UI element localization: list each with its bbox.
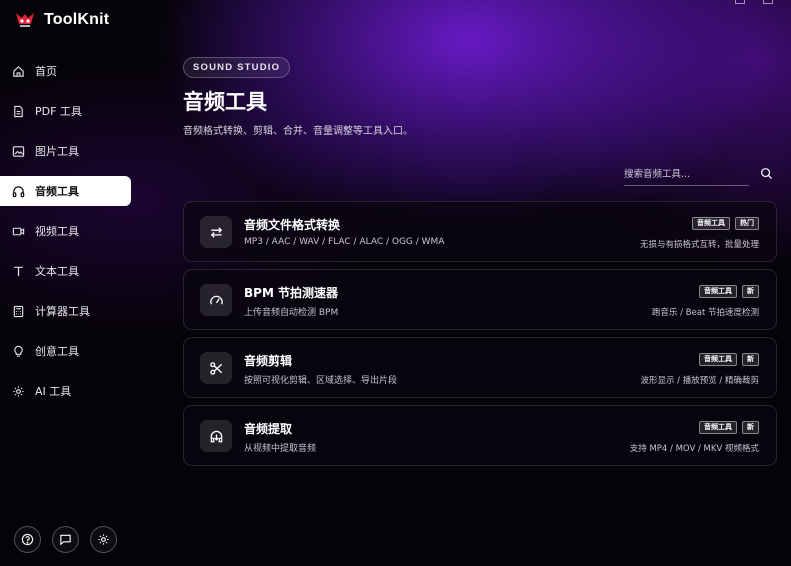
sidebar: ToolKnit 首页 PDF 工具 图片工具 音频工具 视频工具 文本工具 计… xyxy=(0,0,140,566)
card-description: 从视频中提取音频 xyxy=(244,444,317,454)
category-tag: 音频工具 xyxy=(692,217,730,230)
app-logo[interactable]: ToolKnit xyxy=(14,10,109,30)
category-tag: 音频工具 xyxy=(699,285,737,298)
sidebar-item-ai[interactable]: AI 工具 xyxy=(0,376,131,406)
sidebar-item-label: 音频工具 xyxy=(35,185,79,198)
gauge-icon xyxy=(209,295,223,305)
tool-card-audio-cut[interactable]: 音频剪辑 按照可视化剪辑、区域选择、导出片段 音频工具 新 波形显示 / 播放预… xyxy=(183,337,777,398)
feedback-button[interactable] xyxy=(52,526,79,553)
tool-card-audio-extract[interactable]: 音频提取 从视频中提取音频 音频工具 新 支持 MP4 / MOV / MKV … xyxy=(183,405,777,466)
card-note: 支持 MP4 / MOV / MKV 视频格式 xyxy=(629,444,759,454)
sidebar-item-label: AI 工具 xyxy=(35,385,72,398)
calculator-icon xyxy=(13,305,24,317)
extract-audio-icon xyxy=(210,430,222,442)
category-tag: 音频工具 xyxy=(699,353,737,366)
card-icon-container xyxy=(200,216,232,248)
document-icon xyxy=(14,105,23,117)
sidebar-item-label: 视频工具 xyxy=(35,225,79,238)
page-title: 音频工具 xyxy=(183,90,267,114)
card-note: 无损与有损格式互转，批量处理 xyxy=(639,240,759,250)
home-icon xyxy=(13,65,24,77)
card-title: 音频文件格式转换 xyxy=(244,218,341,232)
scissors-icon xyxy=(209,361,222,375)
video-icon xyxy=(12,227,25,235)
app-name: ToolKnit xyxy=(44,11,110,28)
status-tag: 新 xyxy=(742,421,759,434)
sidebar-item-label: PDF 工具 xyxy=(35,105,82,118)
headphones-icon xyxy=(12,185,25,197)
sidebar-item-label: 首页 xyxy=(35,65,57,78)
card-title: 音频提取 xyxy=(244,422,293,436)
card-description: 按照可视化剪辑、区域选择、导出片段 xyxy=(244,376,398,386)
card-title: BPM 节拍测速器 xyxy=(244,286,339,300)
card-note: 跑音乐 / Beat 节拍速度检测 xyxy=(651,308,759,318)
sidebar-item-video[interactable]: 视频工具 xyxy=(0,216,131,246)
sidebar-item-audio[interactable]: 音频工具 xyxy=(0,176,131,206)
search-box xyxy=(624,164,776,186)
card-title: 音频剪辑 xyxy=(244,354,293,368)
gear-icon xyxy=(13,385,24,397)
tool-card-format-convert[interactable]: 音频文件格式转换 MP3 / AAC / WAV / FLAC / ALAC /… xyxy=(183,201,777,262)
section-badge: SOUND STUDIO xyxy=(183,57,291,78)
card-icon-container xyxy=(200,420,232,452)
sidebar-bottom-actions xyxy=(14,526,117,553)
card-tags: 音频工具 新 xyxy=(699,353,759,366)
sidebar-item-image[interactable]: 图片工具 xyxy=(0,136,131,166)
card-note: 波形显示 / 播放预览 / 精确裁剪 xyxy=(640,376,759,386)
sidebar-item-label: 文本工具 xyxy=(35,265,79,278)
maximize-icon[interactable] xyxy=(763,0,773,4)
sidebar-item-creative[interactable]: 创意工具 xyxy=(0,336,131,366)
sidebar-item-label: 创意工具 xyxy=(35,345,79,358)
window-controls xyxy=(735,0,773,4)
lightbulb-icon xyxy=(14,345,23,357)
card-tags: 音频工具 新 xyxy=(699,421,759,434)
help-button[interactable] xyxy=(14,526,41,553)
sidebar-item-label: 计算器工具 xyxy=(35,305,90,318)
tool-list: 音频文件格式转换 MP3 / AAC / WAV / FLAC / ALAC /… xyxy=(183,201,777,473)
category-tag: 音频工具 xyxy=(699,421,737,434)
logo-icon xyxy=(16,13,34,27)
card-tags: 音频工具 新 xyxy=(699,285,759,298)
card-icon-container xyxy=(200,284,232,316)
status-tag: 新 xyxy=(742,353,759,366)
settings-button[interactable] xyxy=(90,526,117,553)
page-subtitle: 音频格式转换、剪辑、合并、音量调整等工具入口。 xyxy=(183,126,413,137)
swap-arrows-icon xyxy=(210,226,222,238)
tool-card-bpm[interactable]: BPM 节拍测速器 上传音频自动检测 BPM 音频工具 新 跑音乐 / Beat… xyxy=(183,269,777,330)
status-tag: 新 xyxy=(742,285,759,298)
search-input[interactable] xyxy=(624,164,749,186)
sidebar-item-label: 图片工具 xyxy=(35,145,79,158)
text-icon xyxy=(14,266,23,276)
card-tags: 音频工具 热门 xyxy=(692,217,759,230)
settings-icon xyxy=(98,534,109,545)
search-icon[interactable] xyxy=(760,167,773,180)
minimize-icon[interactable] xyxy=(735,0,745,4)
image-icon xyxy=(12,145,25,157)
card-description: 上传音频自动检测 BPM xyxy=(244,308,339,318)
sidebar-item-calculator[interactable]: 计算器工具 xyxy=(0,296,131,326)
feedback-icon xyxy=(60,534,71,546)
sidebar-item-home[interactable]: 首页 xyxy=(0,56,131,86)
card-description: MP3 / AAC / WAV / FLAC / ALAC / OGG / WM… xyxy=(244,237,445,247)
help-icon xyxy=(21,533,34,546)
status-tag: 热门 xyxy=(735,217,759,230)
sidebar-item-text[interactable]: 文本工具 xyxy=(0,256,131,286)
sidebar-nav: 首页 PDF 工具 图片工具 音频工具 视频工具 文本工具 计算器工具 创意工具… xyxy=(0,56,140,416)
sidebar-item-pdf[interactable]: PDF 工具 xyxy=(0,96,131,126)
card-icon-container xyxy=(200,352,232,384)
